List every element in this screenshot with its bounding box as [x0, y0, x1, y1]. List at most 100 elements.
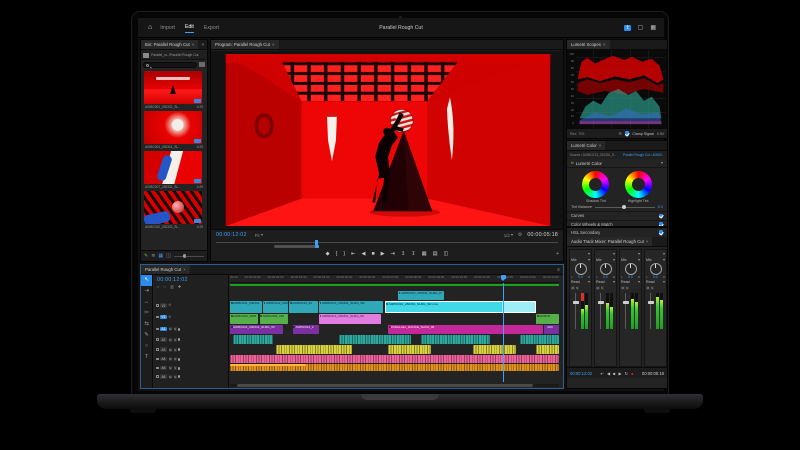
edit-pen-icon[interactable]: ✎	[144, 253, 148, 259]
bin-tab[interactable]: Bin: Parallel Rough Cut ×	[141, 40, 198, 49]
loop-button[interactable]: ↻	[625, 371, 628, 376]
mute-button[interactable]: M	[621, 286, 625, 290]
settings-wrench-icon[interactable]: ⚙	[518, 232, 522, 238]
list-item[interactable]: A005C007_230331_SL..4:29	[144, 151, 204, 189]
lock-icon[interactable]	[156, 375, 159, 378]
timeline-clip[interactable]: A005C014_230331_SLRG_06	[319, 314, 382, 324]
tab-import[interactable]: Import	[160, 23, 175, 33]
record-button[interactable]: ●	[631, 371, 633, 376]
pan-knob[interactable]	[650, 263, 662, 275]
mixer-tab[interactable]: Audio Track Mixer: Parallel Rough Cut×	[567, 237, 652, 246]
bus-select[interactable]: Mix	[571, 258, 577, 262]
pan-value[interactable]: 0.0	[653, 275, 658, 279]
lumetri-tab[interactable]: Lumetri Color×	[567, 141, 605, 150]
program-timecode[interactable]: 00:00:12:02	[216, 232, 247, 238]
effect-name[interactable]: Lumetri Color	[576, 161, 602, 166]
track-label[interactable]: A5	[160, 366, 167, 371]
timeline-clip[interactable]: A005C012_2303	[263, 301, 288, 313]
lock-icon[interactable]	[156, 338, 159, 341]
volume-fader[interactable]	[596, 291, 615, 331]
section-hsl-secondary[interactable]: HSL Secondary	[567, 228, 667, 237]
timeline-clip[interactable]: A005C008_2303	[230, 314, 258, 324]
bus-select[interactable]: Mix	[621, 258, 627, 262]
audio-clip[interactable]	[230, 355, 559, 363]
audio-clip[interactable]	[388, 345, 431, 354]
solo-button[interactable]: S	[174, 338, 177, 342]
volume-fader[interactable]	[621, 291, 640, 331]
audio-clip[interactable]	[473, 345, 516, 354]
automation-select[interactable]: Read	[621, 280, 630, 284]
bus-select[interactable]: Mix	[596, 258, 602, 262]
lumetri-target-clip[interactable]: Parallel Rough Cut • A005C..	[623, 153, 664, 157]
program-scrubber[interactable]	[216, 241, 558, 244]
timeline-clip[interactable]: PARALLEL_DANCE_SLRG_06	[388, 325, 543, 334]
snap-icon[interactable]: ≈	[157, 284, 159, 289]
pan-value[interactable]: 0.0	[628, 275, 633, 279]
bin-breadcrumb[interactable]: Parallel_ro..\Parallel Rough Cut	[151, 53, 199, 57]
track-head-v1[interactable]: V1⊙	[154, 311, 228, 323]
scope-settings-icon[interactable]: ⚙	[618, 131, 622, 136]
step-back-button[interactable]: ◀	[361, 251, 365, 257]
lumetri-source-select[interactable]: Source • A005C013_230331_S..	[570, 153, 616, 157]
go-to-in-button[interactable]: ⇤	[601, 371, 604, 376]
mic-icon[interactable]	[178, 367, 180, 370]
close-icon[interactable]: ×	[599, 143, 602, 148]
audio-clip[interactable]	[520, 335, 559, 344]
section-color-wheels[interactable]: Color Wheels & Match	[567, 220, 667, 227]
input-select[interactable]	[638, 253, 640, 255]
playback-resolution-select[interactable]: 1/2	[504, 233, 510, 238]
audio-clip[interactable]	[421, 335, 490, 344]
automation-select[interactable]: Read	[646, 280, 655, 284]
timeline-playhead[interactable]	[501, 275, 506, 279]
close-icon[interactable]: ×	[192, 42, 195, 47]
pan-knob[interactable]	[600, 263, 612, 275]
input-select[interactable]	[588, 253, 590, 255]
close-icon[interactable]: ×	[272, 42, 275, 47]
folder-icon[interactable]	[143, 53, 149, 58]
lock-icon[interactable]	[156, 316, 159, 319]
lock-icon[interactable]	[156, 367, 159, 370]
quick-export-icon[interactable]: ↥	[624, 25, 630, 31]
timeline-clip[interactable]: A005C014_230331_SLRG_SR	[319, 301, 383, 313]
solo-button[interactable]: S	[174, 375, 177, 379]
mute-button[interactable]: M	[571, 286, 575, 290]
timeline-hscrollbar[interactable]	[230, 384, 559, 387]
solo-button[interactable]: S	[174, 366, 177, 370]
freeform-view-icon[interactable]: ◫	[166, 253, 171, 259]
mixer-timecode[interactable]: 00:00:12:02	[570, 371, 592, 376]
settings-icon[interactable]: ✚	[178, 284, 181, 289]
pan-value[interactable]: 0.0	[603, 275, 608, 279]
timeline-timecode[interactable]: 00:00:12:02	[154, 275, 228, 283]
step-back-button[interactable]: ◀	[607, 371, 610, 376]
tint-balance-value[interactable]: 0.0	[658, 205, 663, 209]
close-icon[interactable]: ×	[646, 239, 649, 244]
track-select-tool[interactable]: ⇥	[141, 286, 152, 297]
extract-button[interactable]: ↧	[411, 251, 415, 257]
bus-select[interactable]: Mix	[646, 258, 652, 262]
color-wheels-checkbox[interactable]	[659, 222, 664, 227]
audio-clip[interactable]	[233, 335, 272, 344]
timeline-tab[interactable]: Parallel Rough Cut ×	[141, 265, 190, 274]
razor-tool[interactable]: ✂	[141, 308, 152, 319]
mute-button[interactable]: M	[596, 286, 600, 290]
hand-tool[interactable]: ○	[141, 341, 152, 352]
bit-depth-label[interactable]: 8 Bit	[657, 132, 664, 136]
close-icon[interactable]: ×	[603, 42, 606, 47]
time-ruler[interactable]: 00:0000:00:01:0000:00:02:0000:00:03:0000…	[230, 275, 559, 283]
mute-button[interactable]: M	[169, 366, 173, 370]
highlight-tint-wheel[interactable]	[625, 171, 652, 198]
workspaces-icon[interactable]: ▦	[650, 24, 656, 31]
mic-icon[interactable]	[178, 358, 180, 361]
audio-clip[interactable]	[536, 345, 559, 354]
automation-select[interactable]: Read	[571, 280, 580, 284]
lock-icon[interactable]	[156, 328, 159, 331]
track-label[interactable]: A3	[160, 347, 167, 352]
solo-button[interactable]: S	[174, 357, 177, 361]
track-head-a4[interactable]: A4MS	[154, 355, 228, 363]
selection-tool[interactable]: ↖	[141, 275, 152, 286]
curves-checkbox[interactable]	[659, 214, 664, 219]
pan-knob[interactable]	[625, 263, 637, 275]
icon-view-icon[interactable]: ▦	[158, 253, 163, 259]
home-icon[interactable]: ⌂	[148, 24, 152, 31]
panel-menu-icon[interactable]: »	[198, 42, 207, 48]
